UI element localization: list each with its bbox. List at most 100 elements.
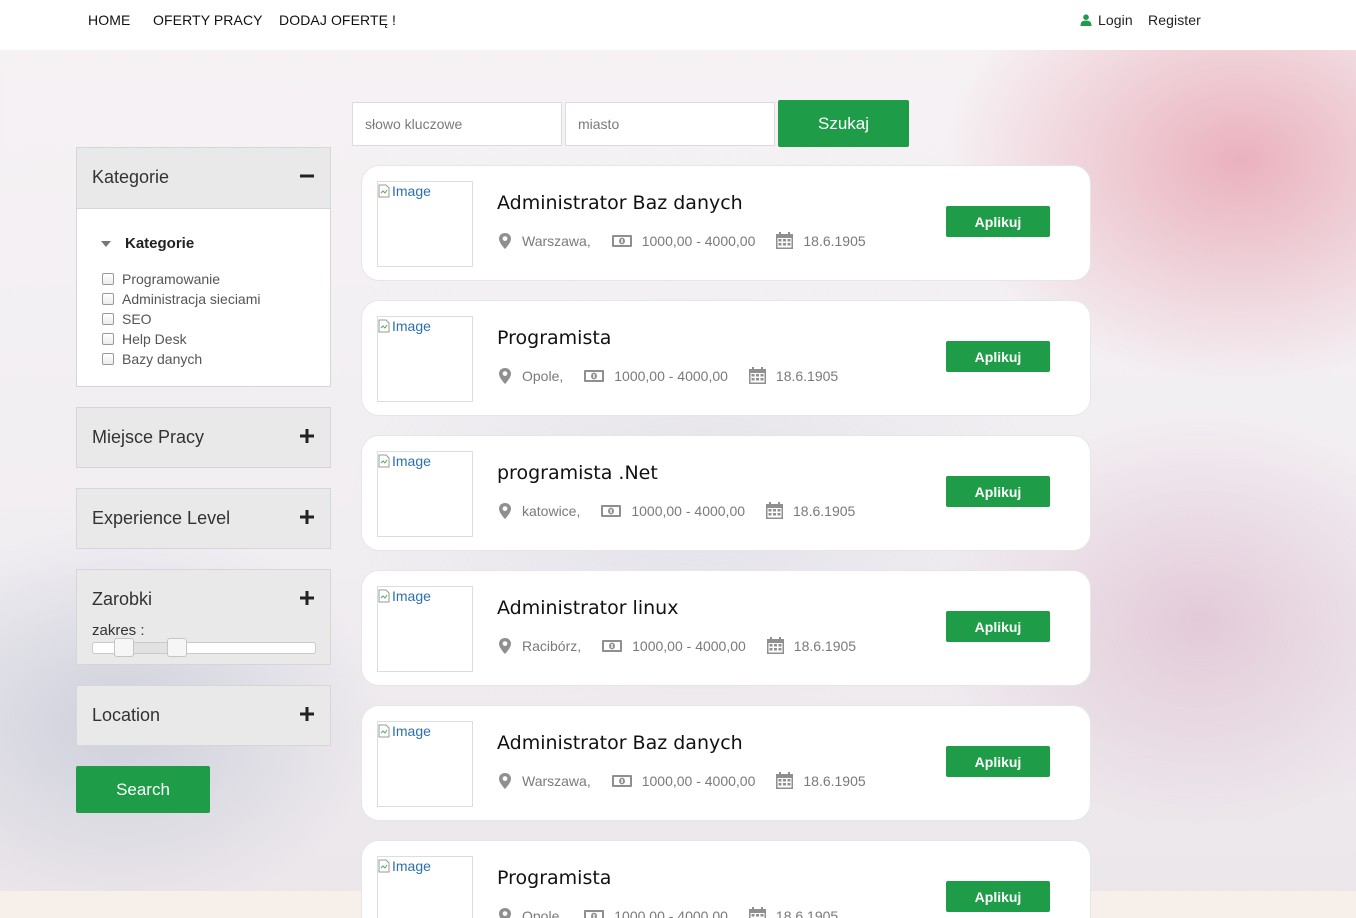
- job-salary: 1000,00 - 4000,00: [641, 772, 756, 789]
- job-salary: 1000,00 - 4000,00: [614, 367, 728, 384]
- category-checkbox[interactable]: [102, 333, 114, 345]
- register-link[interactable]: Register: [1148, 12, 1201, 28]
- range-max-handle[interactable]: [167, 638, 187, 657]
- category-list: Programowanie Administracja sieciami SEO…: [102, 269, 260, 369]
- job-date: 18.6.1905: [793, 637, 857, 654]
- apply-button[interactable]: Aplikuj: [946, 206, 1050, 237]
- job-title[interactable]: Administrator Baz danych: [497, 192, 743, 214]
- kategorie-panel-body: Kategorie Programowanie Administracja si…: [77, 208, 330, 386]
- broken-image-icon: [378, 454, 390, 468]
- image-alt-text: Image: [392, 723, 431, 739]
- kategorie-tree-node[interactable]: Kategorie: [101, 235, 194, 252]
- keyword-input[interactable]: [352, 102, 562, 146]
- category-checkbox[interactable]: [102, 353, 114, 365]
- category-checkbox[interactable]: [102, 313, 114, 325]
- job-city: Warszawa,: [522, 772, 591, 789]
- category-label: Administracja sieciami: [122, 291, 261, 307]
- apply-button[interactable]: Aplikuj: [946, 611, 1050, 642]
- job-salary: 1000,00 - 4000,00: [632, 637, 746, 654]
- job-city: Racibórz,: [522, 637, 582, 654]
- job-image: Image: [377, 181, 473, 267]
- calendar-icon: [766, 637, 784, 654]
- city-input[interactable]: [565, 102, 775, 146]
- apply-button[interactable]: Aplikuj: [946, 881, 1050, 912]
- broken-image: Image: [378, 588, 431, 604]
- job-city: Opole,: [522, 367, 564, 384]
- plus-icon[interactable]: [299, 509, 315, 525]
- zarobki-panel: Zarobki zakres :: [76, 569, 331, 665]
- apply-button[interactable]: Aplikuj: [946, 476, 1050, 507]
- category-label: Help Desk: [122, 331, 187, 347]
- job-card: Image programista .Net katowice, 1000,00…: [361, 435, 1091, 551]
- broken-image: Image: [378, 858, 431, 874]
- plus-icon[interactable]: [299, 590, 315, 606]
- job-image: Image: [377, 721, 473, 807]
- job-title[interactable]: Administrator Baz danych: [497, 732, 743, 754]
- image-alt-text: Image: [392, 858, 431, 874]
- job-title[interactable]: Administrator linux: [497, 597, 678, 619]
- kategorie-panel-header[interactable]: Kategorie: [77, 148, 330, 208]
- miejsce-pracy-title: Miejsce Pracy: [92, 427, 205, 447]
- money-icon: [602, 639, 623, 652]
- range-min-handle[interactable]: [114, 638, 134, 657]
- salary-range-slider[interactable]: [92, 638, 316, 657]
- job-card: Image Administrator Baz danych Warszawa,…: [361, 705, 1091, 821]
- experience-level-header[interactable]: Experience Level: [77, 489, 330, 549]
- plus-icon[interactable]: [299, 428, 315, 444]
- job-title[interactable]: programista .Net: [497, 462, 658, 484]
- map-marker-icon: [499, 772, 511, 789]
- job-city: Warszawa,: [522, 232, 591, 249]
- job-title[interactable]: Programista: [497, 867, 611, 889]
- job-city: Opole,: [522, 907, 564, 918]
- caret-down-icon[interactable]: [101, 240, 111, 247]
- job-image: Image: [377, 451, 473, 537]
- sidebar-search-button[interactable]: Search: [76, 766, 210, 813]
- job-salary: 1000,00 - 4000,00: [641, 232, 756, 249]
- job-meta: Opole, 1000,00 - 4000,00 18.6.1905: [497, 366, 838, 385]
- login-label: Login: [1098, 12, 1133, 28]
- apply-button[interactable]: Aplikuj: [946, 746, 1050, 777]
- money-icon: [611, 234, 632, 247]
- money-icon: [584, 369, 605, 382]
- zarobki-header[interactable]: Zarobki: [77, 570, 330, 630]
- job-meta: Racibórz, 1000,00 - 4000,00 18.6.1905: [497, 636, 856, 655]
- category-checkbox[interactable]: [102, 293, 114, 305]
- broken-image-icon: [378, 859, 390, 873]
- calendar-icon: [776, 772, 794, 789]
- apply-button[interactable]: Aplikuj: [946, 341, 1050, 372]
- experience-level-title: Experience Level: [92, 508, 231, 528]
- location-panel[interactable]: Location: [76, 685, 331, 746]
- map-marker-icon: [499, 232, 511, 249]
- job-meta: Opole, 1000,00 - 4000,00 18.6.1905: [497, 906, 838, 918]
- location-header[interactable]: Location: [77, 686, 330, 746]
- miejsce-pracy-header[interactable]: Miejsce Pracy: [77, 408, 330, 468]
- calendar-icon: [748, 907, 766, 918]
- minus-icon[interactable]: [299, 168, 315, 184]
- broken-image-icon: [378, 724, 390, 738]
- category-checkbox[interactable]: [102, 273, 114, 285]
- category-item-helpdesk: Help Desk: [102, 329, 260, 349]
- job-image: Image: [377, 316, 473, 402]
- calendar-icon: [776, 232, 794, 249]
- miejsce-pracy-panel[interactable]: Miejsce Pracy: [76, 407, 331, 468]
- category-label: Bazy danych: [122, 351, 203, 367]
- nav-home-link[interactable]: HOME: [88, 12, 130, 28]
- plus-icon[interactable]: [299, 706, 315, 722]
- szukaj-button[interactable]: Szukaj: [778, 100, 909, 147]
- job-meta: Warszawa, 1000,00 - 4000,00 18.6.1905: [497, 771, 866, 790]
- broken-image: Image: [378, 723, 431, 739]
- zarobki-title: Zarobki: [92, 589, 153, 609]
- top-navbar: HOME OFERTY PRACY DODAJ OFERTĘ ! Login R…: [0, 0, 1356, 50]
- calendar-icon: [766, 502, 784, 519]
- job-title[interactable]: Programista: [497, 327, 611, 349]
- job-card: Image Programista Opole, 1000,00 - 4000,…: [361, 840, 1091, 918]
- money-icon: [584, 909, 605, 918]
- category-item-bazy: Bazy danych: [102, 349, 260, 369]
- kategorie-tree-label: Kategorie: [125, 235, 195, 252]
- login-link[interactable]: Login: [1080, 12, 1133, 28]
- job-card: Image Administrator Baz danych Warszawa,…: [361, 165, 1091, 281]
- experience-level-panel[interactable]: Experience Level: [76, 488, 331, 549]
- nav-offers-link[interactable]: OFERTY PRACY: [153, 12, 263, 28]
- job-salary: 1000,00 - 4000,00: [614, 907, 728, 918]
- nav-add-offer-link[interactable]: DODAJ OFERTĘ !: [279, 12, 396, 28]
